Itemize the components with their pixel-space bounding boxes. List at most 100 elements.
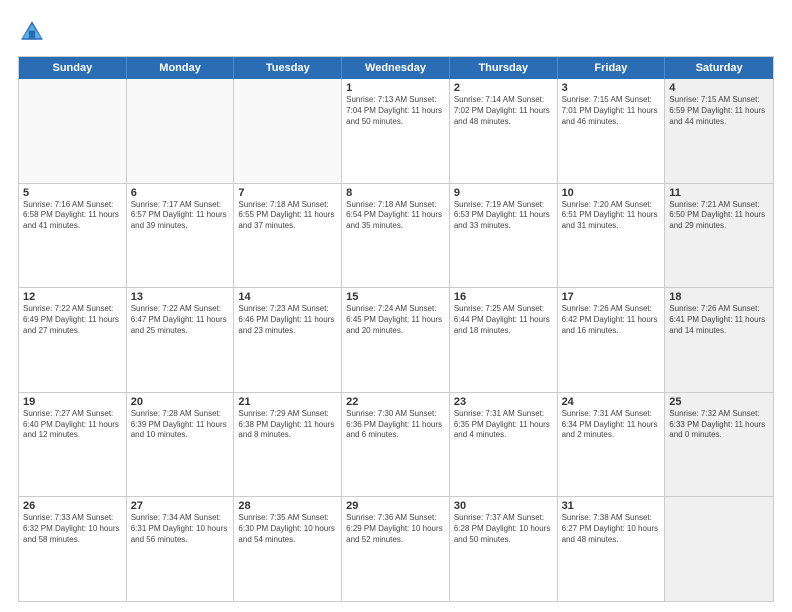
day-info: Sunrise: 7:22 AM Sunset: 6:47 PM Dayligh… [131, 304, 230, 336]
day-header-saturday: Saturday [665, 57, 773, 79]
day-info: Sunrise: 7:31 AM Sunset: 6:35 PM Dayligh… [454, 409, 553, 441]
day-number: 2 [454, 82, 553, 94]
day-info: Sunrise: 7:21 AM Sunset: 6:50 PM Dayligh… [669, 200, 769, 232]
day-cell: 23Sunrise: 7:31 AM Sunset: 6:35 PM Dayli… [450, 393, 558, 497]
day-header-tuesday: Tuesday [234, 57, 342, 79]
day-cell: 2Sunrise: 7:14 AM Sunset: 7:02 PM Daylig… [450, 79, 558, 183]
day-cell: 27Sunrise: 7:34 AM Sunset: 6:31 PM Dayli… [127, 497, 235, 601]
day-number: 5 [23, 187, 122, 199]
day-info: Sunrise: 7:23 AM Sunset: 6:46 PM Dayligh… [238, 304, 337, 336]
day-info: Sunrise: 7:28 AM Sunset: 6:39 PM Dayligh… [131, 409, 230, 441]
day-cell [19, 79, 127, 183]
logo [18, 18, 50, 46]
day-number: 12 [23, 291, 122, 303]
day-number: 21 [238, 396, 337, 408]
day-info: Sunrise: 7:22 AM Sunset: 6:49 PM Dayligh… [23, 304, 122, 336]
day-info: Sunrise: 7:20 AM Sunset: 6:51 PM Dayligh… [562, 200, 661, 232]
week-row-5: 26Sunrise: 7:33 AM Sunset: 6:32 PM Dayli… [19, 497, 773, 601]
day-number: 1 [346, 82, 445, 94]
week-row-1: 1Sunrise: 7:13 AM Sunset: 7:04 PM Daylig… [19, 79, 773, 184]
day-cell: 17Sunrise: 7:26 AM Sunset: 6:42 PM Dayli… [558, 288, 666, 392]
week-row-4: 19Sunrise: 7:27 AM Sunset: 6:40 PM Dayli… [19, 393, 773, 498]
day-number: 31 [562, 500, 661, 512]
header [18, 18, 774, 46]
day-number: 22 [346, 396, 445, 408]
day-cell: 22Sunrise: 7:30 AM Sunset: 6:36 PM Dayli… [342, 393, 450, 497]
day-number: 28 [238, 500, 337, 512]
logo-icon [18, 18, 46, 46]
day-info: Sunrise: 7:26 AM Sunset: 6:41 PM Dayligh… [669, 304, 769, 336]
day-number: 26 [23, 500, 122, 512]
day-cell [234, 79, 342, 183]
day-header-wednesday: Wednesday [342, 57, 450, 79]
day-info: Sunrise: 7:30 AM Sunset: 6:36 PM Dayligh… [346, 409, 445, 441]
day-info: Sunrise: 7:19 AM Sunset: 6:53 PM Dayligh… [454, 200, 553, 232]
day-info: Sunrise: 7:15 AM Sunset: 6:59 PM Dayligh… [669, 95, 769, 127]
day-number: 19 [23, 396, 122, 408]
day-cell: 4Sunrise: 7:15 AM Sunset: 6:59 PM Daylig… [665, 79, 773, 183]
day-cell: 5Sunrise: 7:16 AM Sunset: 6:58 PM Daylig… [19, 184, 127, 288]
day-number: 7 [238, 187, 337, 199]
day-info: Sunrise: 7:18 AM Sunset: 6:55 PM Dayligh… [238, 200, 337, 232]
week-row-2: 5Sunrise: 7:16 AM Sunset: 6:58 PM Daylig… [19, 184, 773, 289]
day-cell: 29Sunrise: 7:36 AM Sunset: 6:29 PM Dayli… [342, 497, 450, 601]
day-number: 13 [131, 291, 230, 303]
day-info: Sunrise: 7:14 AM Sunset: 7:02 PM Dayligh… [454, 95, 553, 127]
day-cell: 6Sunrise: 7:17 AM Sunset: 6:57 PM Daylig… [127, 184, 235, 288]
day-number: 29 [346, 500, 445, 512]
day-cell: 14Sunrise: 7:23 AM Sunset: 6:46 PM Dayli… [234, 288, 342, 392]
day-cell [665, 497, 773, 601]
day-number: 15 [346, 291, 445, 303]
day-number: 30 [454, 500, 553, 512]
calendar-body: 1Sunrise: 7:13 AM Sunset: 7:04 PM Daylig… [19, 79, 773, 601]
day-info: Sunrise: 7:27 AM Sunset: 6:40 PM Dayligh… [23, 409, 122, 441]
day-number: 6 [131, 187, 230, 199]
day-info: Sunrise: 7:17 AM Sunset: 6:57 PM Dayligh… [131, 200, 230, 232]
day-cell: 25Sunrise: 7:32 AM Sunset: 6:33 PM Dayli… [665, 393, 773, 497]
day-cell: 8Sunrise: 7:18 AM Sunset: 6:54 PM Daylig… [342, 184, 450, 288]
day-number: 10 [562, 187, 661, 199]
day-info: Sunrise: 7:18 AM Sunset: 6:54 PM Dayligh… [346, 200, 445, 232]
day-info: Sunrise: 7:36 AM Sunset: 6:29 PM Dayligh… [346, 513, 445, 545]
day-cell: 19Sunrise: 7:27 AM Sunset: 6:40 PM Dayli… [19, 393, 127, 497]
day-info: Sunrise: 7:37 AM Sunset: 6:28 PM Dayligh… [454, 513, 553, 545]
day-cell: 1Sunrise: 7:13 AM Sunset: 7:04 PM Daylig… [342, 79, 450, 183]
day-info: Sunrise: 7:13 AM Sunset: 7:04 PM Dayligh… [346, 95, 445, 127]
week-row-3: 12Sunrise: 7:22 AM Sunset: 6:49 PM Dayli… [19, 288, 773, 393]
day-info: Sunrise: 7:15 AM Sunset: 7:01 PM Dayligh… [562, 95, 661, 127]
day-cell: 7Sunrise: 7:18 AM Sunset: 6:55 PM Daylig… [234, 184, 342, 288]
day-info: Sunrise: 7:38 AM Sunset: 6:27 PM Dayligh… [562, 513, 661, 545]
day-cell: 3Sunrise: 7:15 AM Sunset: 7:01 PM Daylig… [558, 79, 666, 183]
day-number: 17 [562, 291, 661, 303]
day-cell: 11Sunrise: 7:21 AM Sunset: 6:50 PM Dayli… [665, 184, 773, 288]
day-cell: 26Sunrise: 7:33 AM Sunset: 6:32 PM Dayli… [19, 497, 127, 601]
day-number: 18 [669, 291, 769, 303]
day-cell: 15Sunrise: 7:24 AM Sunset: 6:45 PM Dayli… [342, 288, 450, 392]
day-number: 8 [346, 187, 445, 199]
day-number: 14 [238, 291, 337, 303]
day-cell: 31Sunrise: 7:38 AM Sunset: 6:27 PM Dayli… [558, 497, 666, 601]
day-info: Sunrise: 7:24 AM Sunset: 6:45 PM Dayligh… [346, 304, 445, 336]
day-info: Sunrise: 7:34 AM Sunset: 6:31 PM Dayligh… [131, 513, 230, 545]
page: SundayMondayTuesdayWednesdayThursdayFrid… [0, 0, 792, 612]
day-info: Sunrise: 7:29 AM Sunset: 6:38 PM Dayligh… [238, 409, 337, 441]
day-number: 24 [562, 396, 661, 408]
day-cell: 24Sunrise: 7:31 AM Sunset: 6:34 PM Dayli… [558, 393, 666, 497]
day-number: 20 [131, 396, 230, 408]
day-header-friday: Friday [558, 57, 666, 79]
day-cell: 20Sunrise: 7:28 AM Sunset: 6:39 PM Dayli… [127, 393, 235, 497]
day-cell: 10Sunrise: 7:20 AM Sunset: 6:51 PM Dayli… [558, 184, 666, 288]
day-number: 25 [669, 396, 769, 408]
day-cell: 28Sunrise: 7:35 AM Sunset: 6:30 PM Dayli… [234, 497, 342, 601]
day-cell: 18Sunrise: 7:26 AM Sunset: 6:41 PM Dayli… [665, 288, 773, 392]
day-number: 27 [131, 500, 230, 512]
day-cell: 13Sunrise: 7:22 AM Sunset: 6:47 PM Dayli… [127, 288, 235, 392]
day-info: Sunrise: 7:33 AM Sunset: 6:32 PM Dayligh… [23, 513, 122, 545]
day-cell: 21Sunrise: 7:29 AM Sunset: 6:38 PM Dayli… [234, 393, 342, 497]
day-cell [127, 79, 235, 183]
day-headers: SundayMondayTuesdayWednesdayThursdayFrid… [19, 57, 773, 79]
day-cell: 9Sunrise: 7:19 AM Sunset: 6:53 PM Daylig… [450, 184, 558, 288]
day-info: Sunrise: 7:25 AM Sunset: 6:44 PM Dayligh… [454, 304, 553, 336]
day-number: 16 [454, 291, 553, 303]
day-header-thursday: Thursday [450, 57, 558, 79]
